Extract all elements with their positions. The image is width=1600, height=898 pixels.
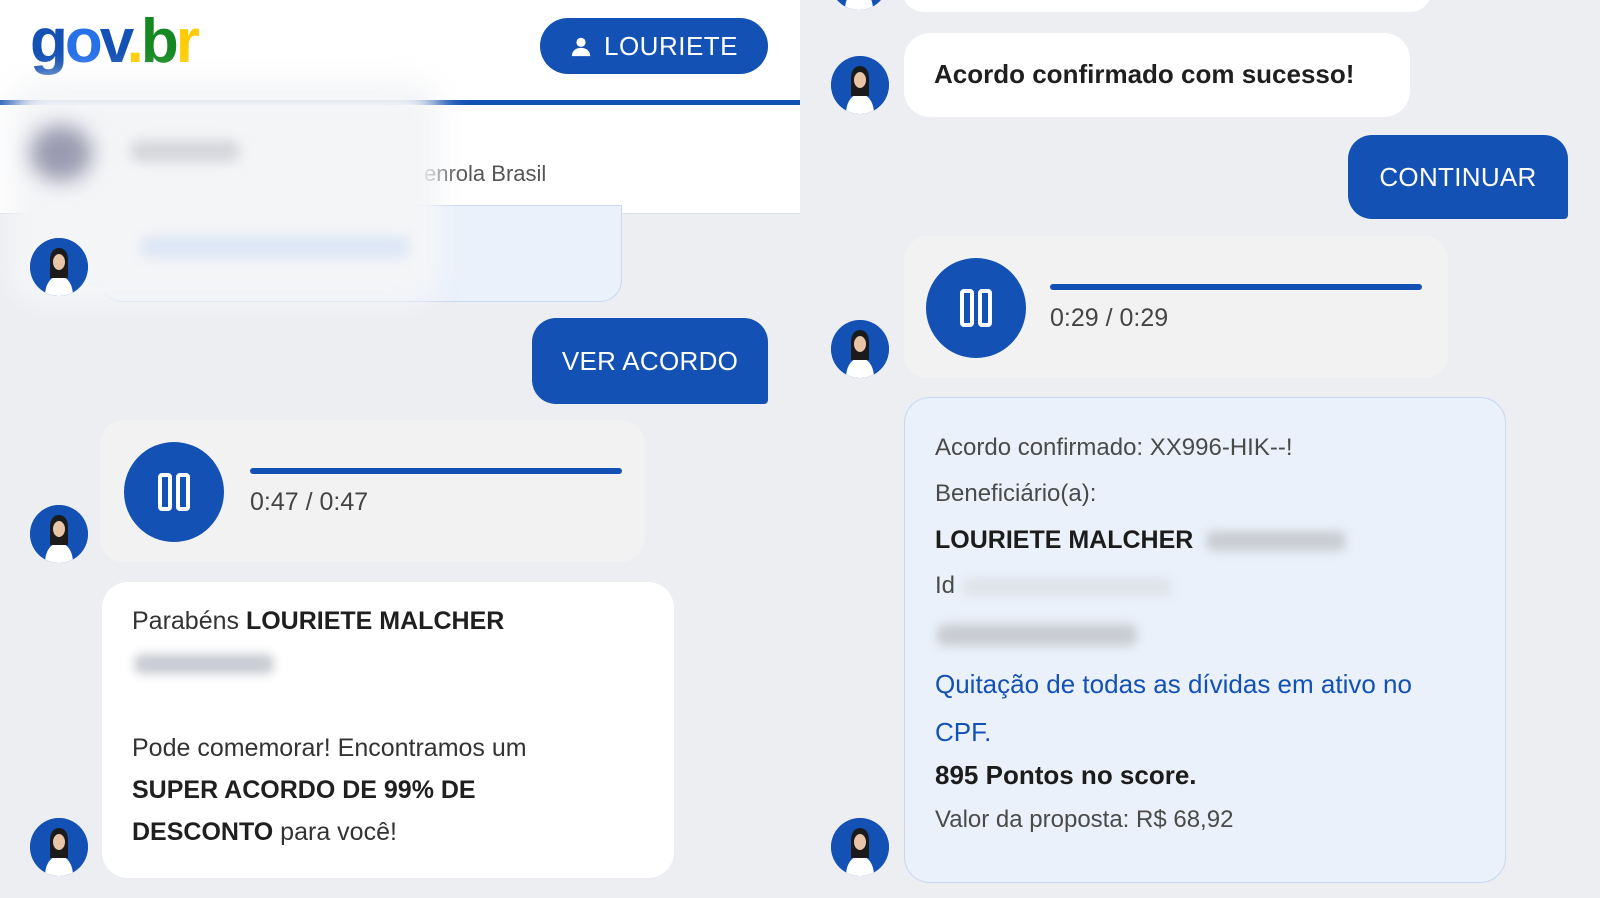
logo-letter: o — [64, 7, 103, 76]
congrats-body: Pode comemorar! Encontramos um SUPER ACO… — [132, 727, 652, 853]
beneficiary-name: LOURIETE MALCHER — [935, 526, 1347, 555]
redaction-blur — [130, 140, 240, 162]
quitacao-text: Quitação de todas as dívidas em ativo no — [935, 669, 1412, 699]
congrats-name: LOURIETE MALCHER — [245, 607, 505, 635]
right-panel: Acordo confirmado com sucesso! CONTINUAR… — [800, 0, 1600, 898]
audio-time: 0:29 / 0:29 — [1050, 304, 1169, 332]
avatar-icon — [831, 818, 889, 876]
logo-letter: r — [175, 7, 200, 76]
continuar-button[interactable]: CONTINUAR — [1348, 135, 1568, 219]
audio-progress-bar[interactable] — [250, 468, 622, 474]
identification-row: Id — [935, 572, 1172, 600]
redaction-blur — [937, 624, 1137, 646]
offer-highlight: DESCONTO — [132, 818, 274, 846]
logo-letter: . — [126, 7, 144, 76]
assistant-avatar — [30, 238, 88, 296]
pause-icon — [960, 289, 992, 327]
logo-letter: g — [30, 7, 68, 76]
assistant-avatar — [831, 56, 889, 114]
congrats-line: Pode comemorar! Encontramos um — [132, 734, 527, 762]
user-button-label: LOURIETE — [603, 30, 739, 61]
avatar-icon — [30, 238, 88, 296]
user-account-button[interactable]: LOURIETE — [540, 18, 768, 74]
redaction-blur — [30, 125, 92, 181]
audio-progress-bar[interactable] — [1050, 284, 1422, 290]
success-message-bubble: Acordo confirmado com sucesso! — [904, 33, 1410, 117]
govbr-logo[interactable]: gov.br — [30, 2, 200, 82]
redaction-blur — [140, 236, 410, 258]
user-icon — [571, 37, 591, 57]
beneficiary-label: Beneficiário(a): — [935, 480, 1097, 507]
audio-player: 0:29 / 0:29 — [904, 236, 1448, 378]
header-sub-text: enrola Brasil — [424, 161, 547, 186]
congrats-prefix: Parabéns — [132, 607, 246, 635]
pause-icon — [158, 473, 190, 511]
offer-highlight: SUPER ACORDO DE 99% DE — [132, 776, 476, 804]
logo-letter: b — [140, 7, 179, 76]
avatar-icon — [831, 320, 889, 378]
assistant-avatar — [831, 818, 889, 876]
logo-letter: v — [99, 7, 130, 76]
beneficiary-name-text: LOURIETE MALCHER — [935, 526, 1194, 554]
quitacao-text: CPF. — [935, 717, 992, 747]
audio-time: 0:47 / 0:47 — [250, 488, 369, 516]
assistant-avatar — [30, 818, 88, 876]
left-panel: gov.br LOURIETE enrola Brasil VER ACORDO… — [0, 0, 800, 898]
pause-button[interactable] — [926, 258, 1026, 358]
confirmation-code: Acordo confirmado: XX996-HIK--! — [935, 434, 1293, 461]
redaction-blur — [1206, 531, 1347, 552]
identification-prefix: Id — [935, 572, 956, 599]
agreement-details-bubble: Acordo confirmado: XX996-HIK--! Benefici… — [904, 397, 1506, 883]
previous-bubble-edge — [902, 0, 1432, 12]
redaction-blur — [961, 577, 1172, 596]
proposal-value: Valor da proposta: R$ 68,92 — [935, 806, 1234, 833]
quitacao-link[interactable]: Quitação de todas as dívidas em ativo no… — [935, 660, 1412, 756]
avatar-icon — [30, 505, 88, 563]
congrats-suffix: para você! — [273, 818, 397, 846]
ver-acordo-button[interactable]: VER ACORDO — [532, 318, 768, 404]
avatar-icon — [831, 56, 889, 114]
congrats-message-bubble: Parabéns LOURIETE MALCHER Pode comemorar… — [102, 582, 674, 878]
redaction-blur — [134, 654, 274, 674]
avatar-icon — [837, 0, 881, 10]
success-message-text: Acordo confirmado com sucesso! — [934, 59, 1355, 89]
pause-button[interactable] — [124, 442, 224, 542]
assistant-avatar — [30, 505, 88, 563]
assistant-avatar — [830, 0, 888, 10]
audio-player: 0:47 / 0:47 — [100, 420, 645, 562]
congrats-greeting: Parabéns LOURIETE MALCHER — [132, 600, 504, 642]
avatar-icon — [30, 818, 88, 876]
assistant-avatar — [831, 320, 889, 378]
score-text: 895 Pontos no score. — [935, 760, 1197, 790]
